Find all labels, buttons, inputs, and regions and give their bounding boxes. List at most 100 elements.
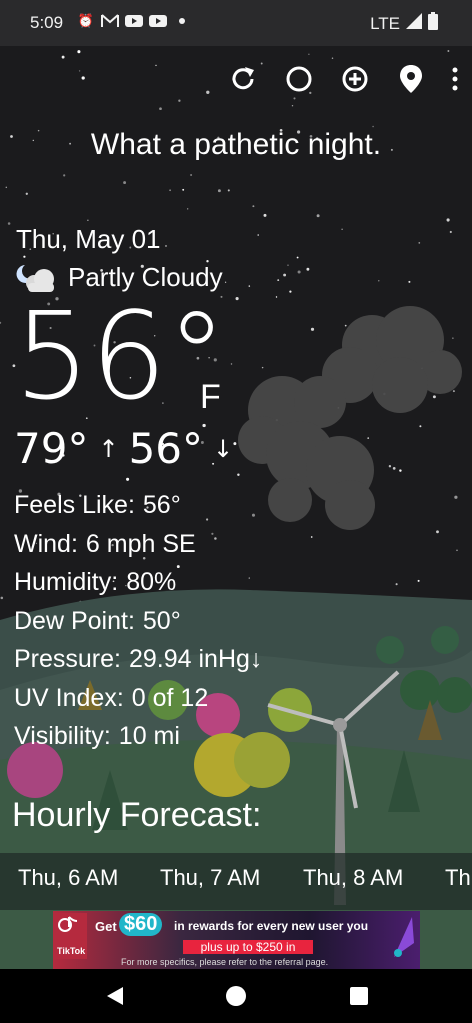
star (456, 549, 458, 552)
back-icon[interactable] (103, 984, 127, 1008)
star (452, 390, 455, 393)
detail-value: 10 mi (118, 722, 180, 750)
star (449, 230, 452, 234)
detail-value: 50° (142, 606, 181, 635)
star (5, 186, 8, 189)
hourly-item[interactable]: Thu, 8 AM (303, 865, 403, 891)
up-arrow-icon: ↑ (98, 434, 119, 463)
temperature-unit: F (200, 378, 221, 416)
hourly-item[interactable]: Thu, 7 AM (160, 865, 260, 891)
detail-value: 6 mph SE (85, 529, 196, 558)
star (275, 296, 278, 298)
add-location-button[interactable] (336, 60, 374, 98)
star (454, 495, 458, 499)
ad-banner[interactable]: TikTok Get $60 in rewards for every new … (53, 911, 420, 969)
high-low: 79° ↑ 56° ↓ (14, 424, 233, 473)
star (190, 173, 193, 177)
star (331, 57, 334, 59)
star (235, 297, 239, 301)
star (81, 76, 85, 80)
star (310, 536, 313, 538)
star (388, 465, 392, 468)
youtube-icon (125, 12, 143, 30)
hourly-item[interactable]: Thu, 6 AM (18, 865, 118, 891)
ad-decoration-icon (394, 917, 414, 957)
detail-pressure: Pressure: 29.94 inHg↓ (14, 640, 262, 679)
star (257, 234, 259, 236)
star (432, 395, 436, 399)
current-temperature: 56° (14, 288, 227, 427)
star (227, 189, 230, 192)
star (63, 174, 66, 177)
recents-icon[interactable] (347, 984, 371, 1008)
star (237, 473, 240, 477)
dot-icon (173, 12, 191, 30)
star (263, 213, 267, 217)
ad-plus-text: plus up to $250 in (183, 940, 313, 954)
current-date: Thu, May 01 (16, 224, 161, 254)
star (310, 327, 315, 331)
star (308, 53, 310, 55)
star (277, 279, 280, 282)
star (25, 192, 28, 195)
system-indicators: LTE (370, 12, 438, 35)
ad-main-text: in rewards for every new user you (174, 919, 369, 933)
refresh-icon (232, 67, 254, 90)
star (77, 50, 81, 54)
star (165, 245, 167, 247)
network-type: LTE (370, 13, 400, 33)
hourly-item[interactable]: Th (445, 865, 471, 891)
star (123, 181, 127, 185)
star (61, 55, 65, 59)
home-icon[interactable] (224, 984, 248, 1008)
star (0, 596, 4, 600)
hourly-forecast-strip[interactable]: Thu, 6 AM Thu, 7 AM Thu, 8 AM Th (0, 853, 472, 910)
detail-feels-like: Feels Like: 56° (14, 486, 262, 525)
theme-button[interactable] (280, 60, 318, 98)
ad-brand: TikTok (57, 946, 86, 956)
location-button[interactable] (392, 60, 430, 98)
star (187, 208, 189, 210)
star (178, 99, 181, 102)
star (436, 530, 439, 534)
detail-label: Feels Like: (14, 491, 135, 519)
star (159, 107, 162, 111)
detail-label: Humidity: (14, 568, 119, 596)
detail-label: Pressure: (14, 645, 121, 673)
detail-wind: Wind: 6 mph SE (14, 525, 262, 564)
battery-icon (428, 12, 438, 35)
detail-label: Dew Point: (14, 606, 135, 635)
detail-uv-index: UV Index: 0 of 12 (14, 679, 262, 718)
ad-amount: $60 (119, 913, 163, 936)
star (446, 218, 450, 222)
detail-value: 56° (142, 491, 181, 519)
gmail-icon (101, 12, 119, 30)
star (217, 189, 221, 193)
star (7, 222, 11, 225)
refresh-button[interactable] (224, 60, 262, 98)
detail-label: UV Index: (14, 683, 124, 712)
star (169, 189, 171, 192)
detail-visibility: Visibility: 10 mi (14, 717, 262, 756)
weather-details: Feels Like: 56° Wind: 6 mph SE Humidity: 80… (14, 486, 262, 756)
star (378, 280, 380, 282)
clock: 5:09 (30, 13, 64, 32)
hourly-forecast-title: Hourly Forecast: (12, 796, 262, 834)
ad-footnote: For more specifics, please refer to the … (121, 957, 329, 967)
detail-humidity: Humidity: 80% (14, 563, 262, 602)
star (289, 290, 292, 293)
star (261, 366, 264, 369)
detail-label: Visibility: (14, 722, 111, 750)
star (297, 270, 301, 274)
star (182, 188, 185, 191)
high-temperature: 79° (14, 424, 89, 473)
star (126, 477, 130, 481)
star (23, 255, 26, 258)
add-icon (342, 66, 368, 92)
star (230, 363, 233, 365)
more-options-button[interactable] (448, 60, 462, 98)
star (408, 280, 411, 283)
down-arrow-icon: ↓ (213, 434, 234, 463)
detail-dew-point: Dew Point: 50° (14, 602, 262, 641)
star (233, 442, 237, 446)
